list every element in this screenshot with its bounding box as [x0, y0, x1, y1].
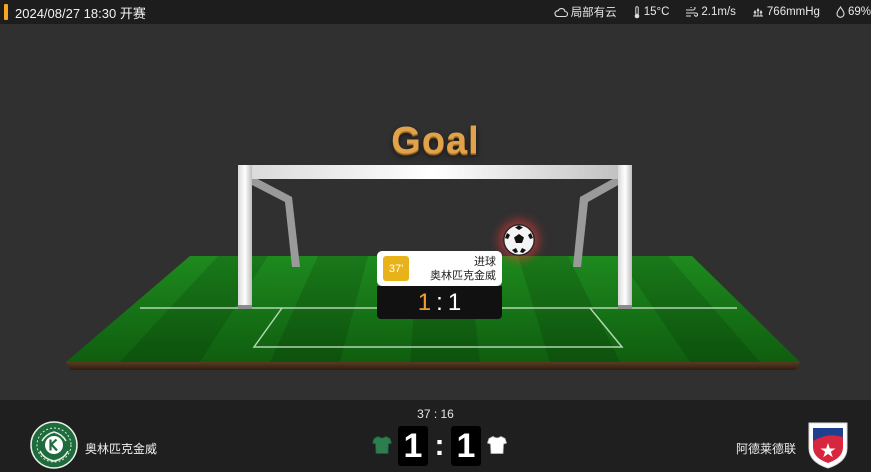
home-shirt-icon [372, 436, 392, 454]
match-animation-stage: Goal 37' 进球 奥林匹克金威 1 : 1 [0, 24, 871, 400]
goal-event-popup: 37' 进球 奥林匹克金威 1 : 1 [377, 251, 502, 321]
weather-temperature-text: 15°C [643, 6, 670, 18]
popup-score-separator: : [436, 288, 443, 316]
popup-score-home: 1 [417, 288, 432, 316]
weather-pressure: 766mmHg [752, 6, 820, 18]
home-team-name[interactable]: 奥林匹克金威 [85, 440, 157, 457]
scoreboard: 37 : 16 奥林匹克金威 1 : 1 阿德莱德联 [0, 400, 871, 472]
weather-pressure-text: 766mmHg [766, 6, 820, 18]
weather-wind-text: 2.1m/s [701, 6, 736, 18]
event-description: 进球 奥林匹克金威 [430, 255, 496, 283]
top-bar: 2024/08/27 18:30 开赛 局部有云 15°C 2.1m/s 766… [0, 0, 871, 24]
humidity-icon [836, 6, 845, 18]
cloud-icon [554, 8, 568, 17]
weather-sky: 局部有云 [554, 4, 617, 20]
away-shirt-icon [487, 436, 507, 454]
popup-score: 1 : 1 [377, 286, 502, 319]
away-score: 1 [451, 426, 481, 466]
goal-event-card: 37' 进球 奥林匹克金威 [377, 251, 502, 286]
main-score: 1 : 1 [398, 426, 481, 466]
wind-icon [686, 7, 699, 17]
event-type: 进球 [474, 256, 496, 268]
weather-wind: 2.1m/s [685, 6, 736, 18]
away-team-name[interactable]: 阿德莱德联 [736, 440, 796, 457]
weather-temperature: 15°C [633, 5, 670, 19]
pitch-and-goal [66, 165, 800, 370]
weather-info: 局部有云 15°C 2.1m/s 766mmHg 69% [538, 0, 871, 24]
weather-sky-text: 局部有云 [570, 7, 617, 19]
away-team-logo[interactable] [806, 420, 850, 470]
event-minute-badge: 37' [383, 256, 409, 281]
popup-score-away: 1 [447, 288, 462, 316]
pitch-dirt-edge [66, 362, 800, 370]
goal-headline: Goal [391, 120, 480, 162]
match-start-time: 2024/08/27 18:30 开赛 [15, 5, 146, 21]
score-separator: : [434, 429, 445, 462]
home-score: 1 [398, 426, 428, 466]
match-clock: 37 : 16 [417, 407, 454, 421]
event-team: 奥林匹克金威 [430, 270, 496, 282]
thermometer-icon [634, 5, 639, 18]
title-accent [4, 4, 8, 20]
weather-humidity: 69% [836, 6, 871, 18]
pressure-icon [752, 7, 763, 17]
weather-humidity-text: 69% [847, 6, 871, 18]
home-team-logo[interactable] [30, 421, 78, 469]
soccer-ball-icon [503, 224, 535, 256]
